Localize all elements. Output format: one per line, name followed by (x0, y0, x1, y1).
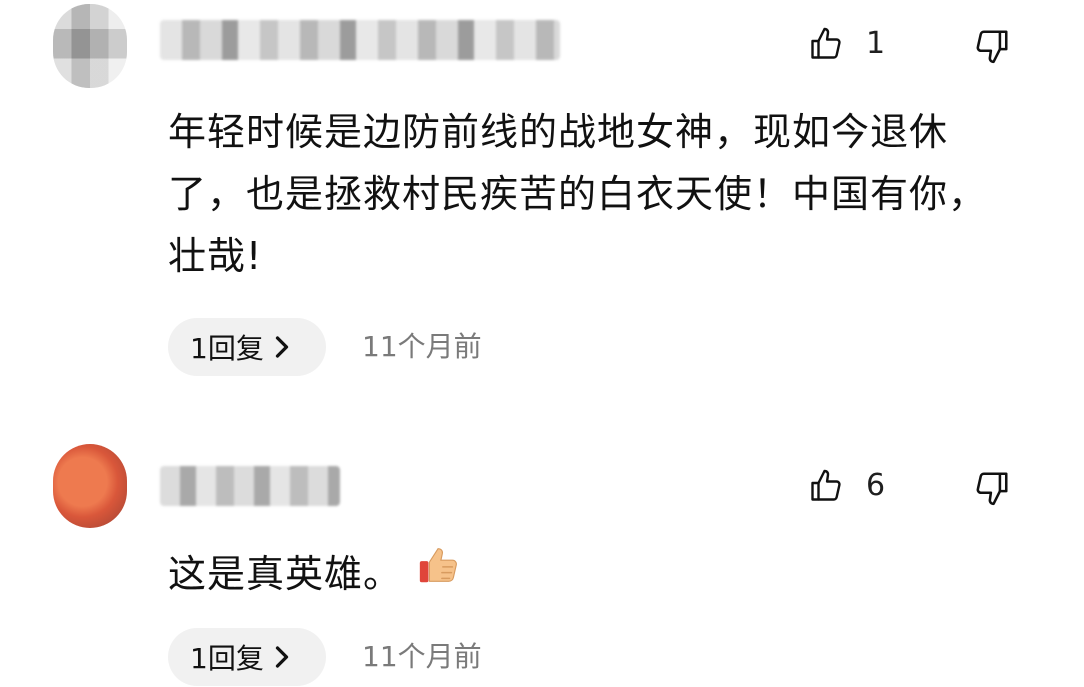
like-button[interactable] (808, 468, 844, 504)
like-count: 1 (866, 26, 886, 61)
thumbs-up-icon (811, 469, 841, 501)
comment-text: 年轻时候是边防前线的战地女神，现如今退休了，也是拯救村民疾苦的白衣天使！中国有你… (168, 110, 988, 278)
commenter-name-blurred[interactable] (160, 466, 340, 506)
chevron-right-icon (274, 645, 290, 669)
thumbs-up-emoji-icon (416, 542, 462, 606)
replies-button[interactable]: 1回复 (168, 318, 326, 376)
thumbs-up-icon (811, 27, 841, 59)
commenter-avatar[interactable] (53, 444, 127, 528)
commenter-name-blurred[interactable] (160, 20, 560, 60)
chevron-right-icon (274, 335, 290, 359)
comment-timestamp: 11个月前 (362, 330, 482, 363)
commenter-avatar[interactable] (53, 4, 127, 88)
dislike-button[interactable] (972, 468, 1012, 508)
comment-text: 这是真英雄。 (168, 552, 403, 596)
thumbs-down-icon (976, 30, 1008, 64)
comment-text-row: 这是真英雄。 (168, 542, 1008, 606)
comment-timestamp: 11个月前 (362, 640, 482, 673)
like-button[interactable] (808, 26, 844, 62)
thumbs-down-icon (976, 472, 1008, 506)
replies-label: 1回复 (190, 642, 264, 675)
replies-label: 1回复 (190, 332, 264, 365)
replies-button[interactable]: 1回复 (168, 628, 326, 686)
dislike-button[interactable] (972, 26, 1012, 66)
like-count: 6 (866, 468, 886, 503)
